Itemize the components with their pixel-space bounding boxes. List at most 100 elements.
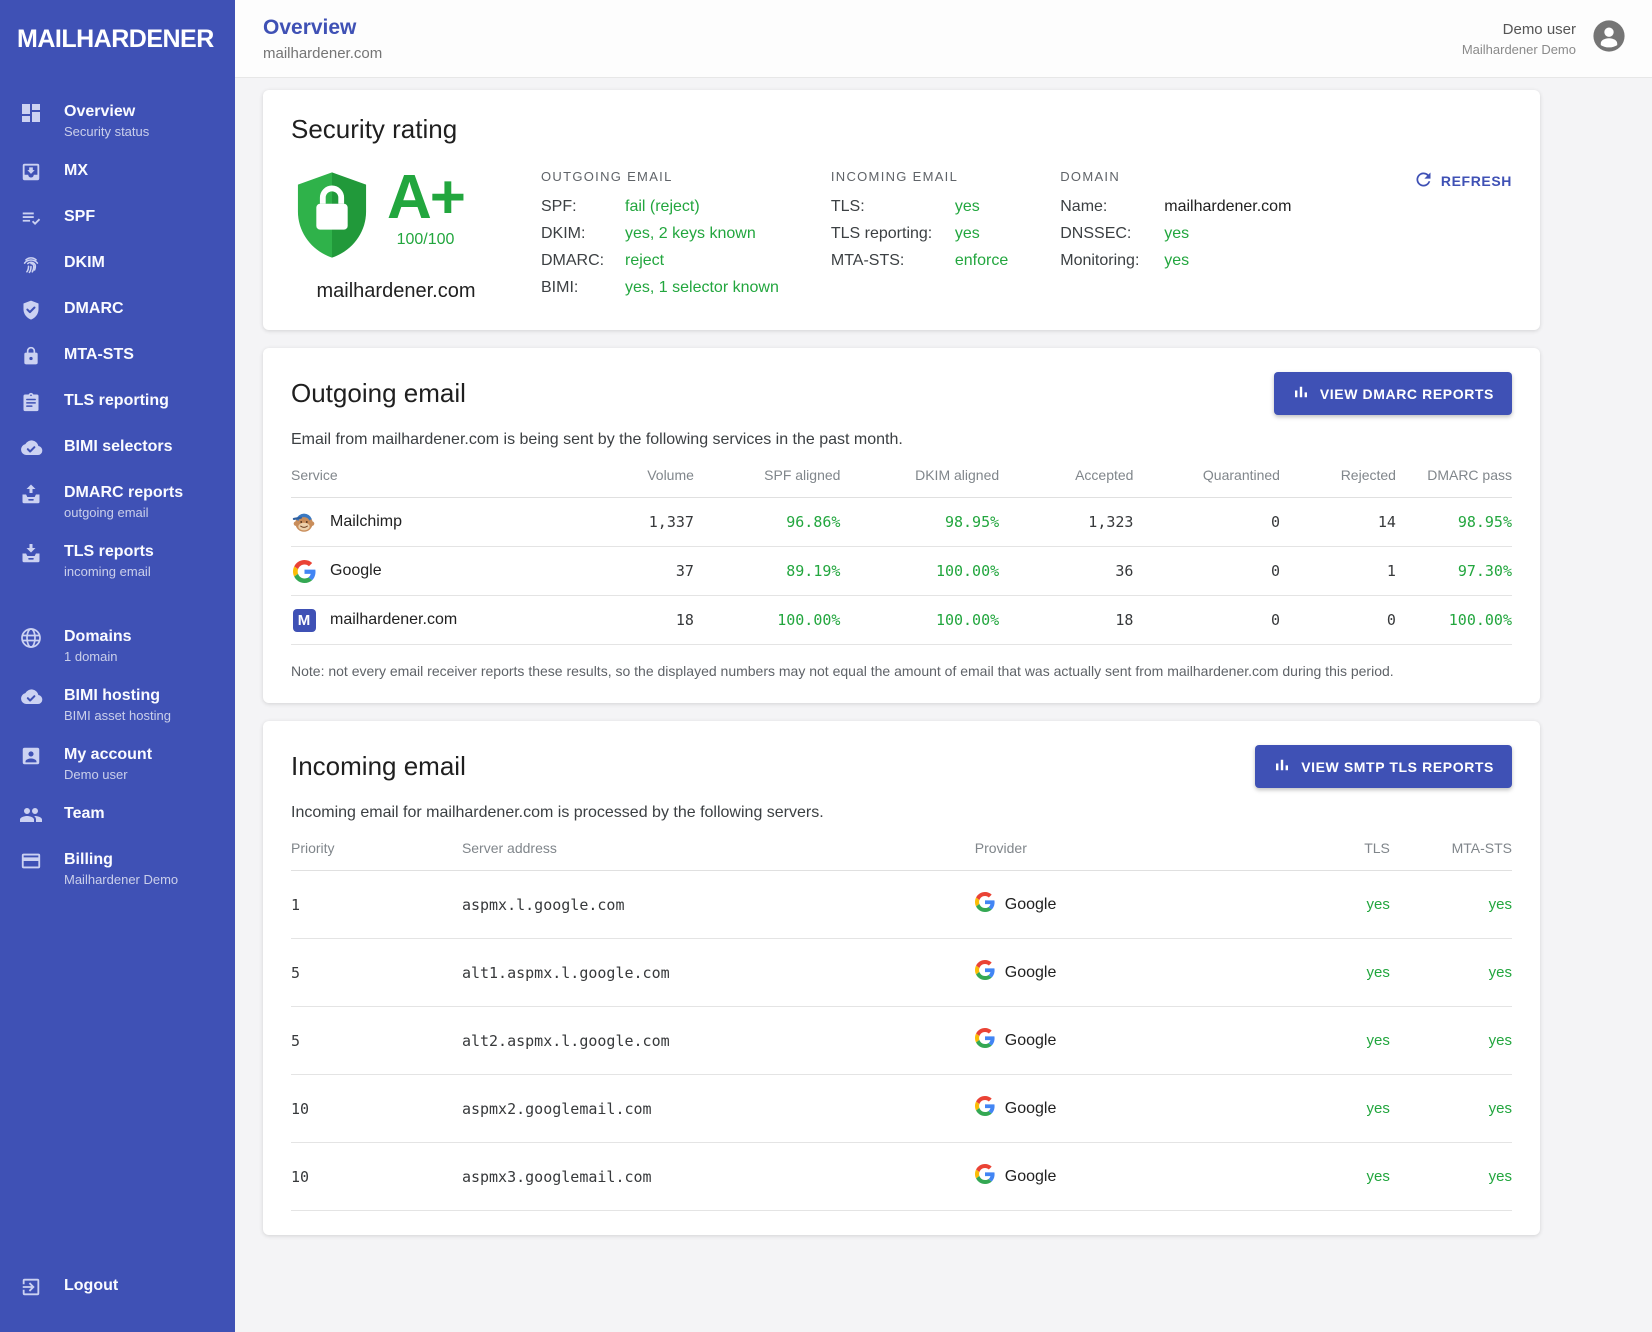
sidebar-item-domains[interactable]: Domains 1 domain	[0, 615, 235, 674]
column-header: SPF aligned	[694, 455, 841, 498]
cell-tls: yes	[1292, 1007, 1390, 1075]
column-header: Provider	[975, 828, 1292, 871]
shield-lock-icon	[291, 169, 373, 266]
kv-key: TLS reporting:	[831, 225, 955, 243]
view-smtp-tls-reports-button[interactable]: VIEW SMTP TLS REPORTS	[1255, 745, 1512, 788]
kv-value: mailhardener.com	[1164, 198, 1291, 216]
cell-rejected: 14	[1280, 498, 1396, 547]
sidebar-item-dkim[interactable]: DKIM	[0, 241, 235, 287]
column-header: Volume	[572, 455, 694, 498]
sidebar-item-sublabel: Demo user	[64, 767, 152, 782]
tray-up-icon	[18, 481, 44, 507]
sidebar-item-bimi-selectors[interactable]: BIMI selectors	[0, 425, 235, 471]
provider-name: Google	[1005, 1100, 1057, 1118]
incoming-email-table: Priority Server address Provider TLS MTA…	[291, 828, 1512, 1211]
sidebar-item-logout[interactable]: Logout	[0, 1264, 235, 1310]
playlist-check-icon	[18, 205, 44, 231]
table-row: 10 aspmx2.googlemail.com Google yes yes	[291, 1075, 1512, 1143]
page-title: Overview	[263, 16, 382, 40]
sidebar-item-sublabel: Mailhardener Demo	[64, 872, 178, 887]
cell-volume: 1,337	[572, 498, 694, 547]
sidebar-item-mx[interactable]: MX	[0, 149, 235, 195]
sidebar-item-sublabel: incoming email	[64, 564, 154, 579]
main: Security rating	[235, 78, 1652, 1332]
view-dmarc-reports-button[interactable]: VIEW DMARC REPORTS	[1274, 372, 1512, 415]
cell-priority: 5	[291, 1007, 462, 1075]
sidebar-item-team[interactable]: Team	[0, 792, 235, 838]
cell-server: aspmx.l.google.com	[462, 871, 975, 939]
kv-key: MTA-STS:	[831, 252, 955, 270]
credit-card-icon	[18, 848, 44, 874]
user-org: Mailhardener Demo	[1462, 42, 1576, 57]
service-name: mailhardener.com	[330, 611, 457, 629]
sidebar-item-spf[interactable]: SPF	[0, 195, 235, 241]
kv-key: SPF:	[541, 198, 625, 216]
cell-mta-sts: yes	[1390, 939, 1512, 1007]
incoming-email-summary: INCOMING EMAIL TLS:yes TLS reporting:yes…	[831, 169, 1008, 279]
kv-key: BIMI:	[541, 279, 625, 297]
cloud-check-icon	[18, 435, 44, 461]
kv-value: yes, 2 keys known	[625, 225, 756, 243]
sidebar-item-label: MTA-STS	[64, 343, 134, 365]
kv-value: enforce	[955, 252, 1008, 270]
cell-dkim: 100.00%	[840, 596, 999, 645]
table-row: 5 alt1.aspmx.l.google.com Google yes yes	[291, 939, 1512, 1007]
lock-icon	[18, 343, 44, 369]
kv-key: Monitoring:	[1060, 252, 1164, 270]
column-header: Rejected	[1280, 455, 1396, 498]
security-grade-letter: A+	[387, 169, 464, 227]
button-label: VIEW SMTP TLS REPORTS	[1301, 759, 1494, 775]
kv-value: yes	[1164, 225, 1189, 243]
cell-mta-sts: yes	[1390, 1143, 1512, 1211]
sidebar-item-bimi-hosting[interactable]: BIMI hosting BIMI asset hosting	[0, 674, 235, 733]
dashboard-icon	[18, 100, 44, 126]
section-label: OUTGOING EMAIL	[541, 169, 779, 184]
sidebar-item-tls-reporting[interactable]: TLS reporting	[0, 379, 235, 425]
refresh-button[interactable]: REFRESH	[1413, 169, 1512, 193]
sidebar-item-dmarc[interactable]: DMARC	[0, 287, 235, 333]
kv-value: yes	[1164, 252, 1189, 270]
kv-key: DNSSEC:	[1060, 225, 1164, 243]
column-header: TLS	[1292, 828, 1390, 871]
top-header: Overview mailhardener.com Demo user Mail…	[235, 0, 1652, 78]
cell-tls: yes	[1292, 1075, 1390, 1143]
cell-dmarc-pass: 100.00%	[1396, 596, 1512, 645]
provider-name: Google	[1005, 1032, 1057, 1050]
cell-quarantined: 0	[1133, 498, 1280, 547]
sidebar-item-tls-reports[interactable]: TLS reports incoming email	[0, 530, 235, 589]
app-logo: MAILHARDENER	[0, 0, 235, 78]
sidebar-item-my-account[interactable]: My account Demo user	[0, 733, 235, 792]
outgoing-email-subtitle: Email from mailhardener.com is being sen…	[291, 431, 1512, 449]
content-area: Overview mailhardener.com Demo user Mail…	[235, 0, 1652, 1332]
account-box-icon	[18, 743, 44, 769]
cell-quarantined: 0	[1133, 547, 1280, 596]
kv-key: Name:	[1060, 198, 1164, 216]
sidebar-item-label: SPF	[64, 205, 95, 227]
sidebar-item-dmarc-reports[interactable]: DMARC reports outgoing email	[0, 471, 235, 530]
sidebar-item-mta-sts[interactable]: MTA-STS	[0, 333, 235, 379]
cell-dkim: 100.00%	[840, 547, 999, 596]
sidebar-item-billing[interactable]: Billing Mailhardener Demo	[0, 838, 235, 897]
cell-server: aspmx3.googlemail.com	[462, 1143, 975, 1211]
cell-mta-sts: yes	[1390, 1007, 1512, 1075]
cell-spf: 100.00%	[694, 596, 841, 645]
google-icon	[975, 1028, 1005, 1053]
cell-server: alt1.aspmx.l.google.com	[462, 939, 975, 1007]
inbox-down-icon	[18, 159, 44, 185]
table-row: 1 aspmx.l.google.com Google yes yes	[291, 871, 1512, 939]
kv-value: yes, 1 selector known	[625, 279, 779, 297]
column-header: DKIM aligned	[840, 455, 999, 498]
cell-priority: 10	[291, 1143, 462, 1211]
sidebar-item-label: Domains	[64, 625, 132, 647]
kv-value: yes	[955, 225, 980, 243]
provider-name: Google	[1005, 1168, 1057, 1186]
security-domain: mailhardener.com	[291, 280, 501, 303]
section-label: INCOMING EMAIL	[831, 169, 1008, 184]
security-grade-score: 100/100	[387, 231, 464, 249]
sidebar-item-label: Team	[64, 802, 105, 824]
avatar[interactable]	[1592, 19, 1626, 58]
domain-summary: DOMAIN Name:mailhardener.com DNSSEC:yes …	[1060, 169, 1291, 279]
section-label: DOMAIN	[1060, 169, 1291, 184]
cell-tls: yes	[1292, 939, 1390, 1007]
sidebar-item-overview[interactable]: Overview Security status	[0, 90, 235, 149]
